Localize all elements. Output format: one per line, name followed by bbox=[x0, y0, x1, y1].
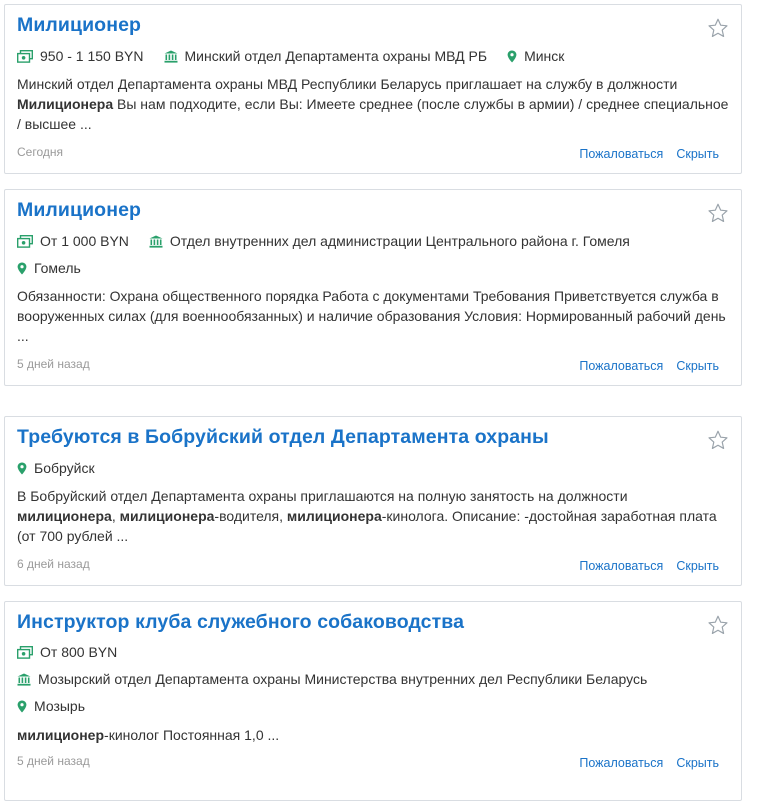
vacancy-description: Минский отдел Департамента охраны МВД Ре… bbox=[17, 74, 729, 134]
complain-link[interactable]: Пожаловаться bbox=[579, 756, 663, 770]
desc-text: , bbox=[111, 508, 120, 524]
vacancy-title[interactable]: Инструктор клуба служебного собаководств… bbox=[17, 611, 464, 634]
posted-date: 5 дней назад bbox=[17, 754, 90, 768]
city-text: Гомель bbox=[34, 260, 81, 276]
desc-text: Обязанности: Охрана общественного порядк… bbox=[17, 288, 726, 344]
vacancy-actions: Пожаловаться Скрыть bbox=[579, 756, 719, 770]
vacancy-title[interactable]: Требуются в Бобруйский отдел Департамент… bbox=[17, 426, 549, 449]
vacancy-meta: Мозырский отдел Департамента охраны Мини… bbox=[17, 669, 667, 689]
vacancy-actions: Пожаловаться Скрыть bbox=[579, 559, 719, 573]
vacancy-meta: Бобруйск bbox=[17, 458, 115, 478]
star-icon[interactable] bbox=[707, 202, 729, 224]
desc-text: -кинолог Постоянная 1,0 ... bbox=[104, 727, 280, 743]
desc-highlight: милиционер bbox=[17, 727, 105, 743]
hide-link[interactable]: Скрыть bbox=[676, 147, 719, 161]
building-icon bbox=[164, 50, 178, 63]
desc-text: Вы нам подходите, если Вы: Имеете средне… bbox=[17, 96, 729, 132]
city-text: Бобруйск bbox=[34, 460, 95, 476]
vacancy-card: Требуются в Бобруйский отдел Департамент… bbox=[4, 416, 742, 586]
hide-link[interactable]: Скрыть bbox=[676, 359, 719, 373]
company-link[interactable]: Минский отдел Департамента охраны МВД РБ bbox=[185, 48, 488, 64]
vacancy-actions: Пожаловаться Скрыть bbox=[579, 359, 719, 373]
location-pin-icon bbox=[507, 50, 517, 62]
company-link[interactable]: Мозырский отдел Департамента охраны Мини… bbox=[38, 671, 647, 687]
complain-link[interactable]: Пожаловаться bbox=[579, 147, 663, 161]
vacancy-card: Милиционер 950 - 1 150 BYN Минский отдел… bbox=[4, 4, 742, 174]
desc-highlight: милиционера bbox=[286, 508, 382, 524]
salary-text: От 1 000 BYN bbox=[40, 233, 129, 249]
complain-link[interactable]: Пожаловаться bbox=[579, 559, 663, 573]
vacancy-card: Милиционер От 1 000 BYN Отдел внутренних… bbox=[4, 189, 742, 386]
star-icon[interactable] bbox=[707, 17, 729, 39]
salary-text: 950 - 1 150 BYN bbox=[40, 48, 144, 64]
money-icon bbox=[17, 234, 33, 248]
building-icon bbox=[149, 235, 163, 248]
building-icon bbox=[17, 673, 31, 686]
complain-link[interactable]: Пожаловаться bbox=[579, 359, 663, 373]
star-icon[interactable] bbox=[707, 429, 729, 451]
desc-text: В Бобруйский отдел Департамента охраны п… bbox=[17, 488, 628, 504]
city-text: Мозырь bbox=[34, 698, 86, 714]
vacancy-meta: Мозырь bbox=[17, 696, 105, 716]
salary-text: От 800 BYN bbox=[40, 644, 118, 660]
vacancy-card: Инструктор клуба служебного собаководств… bbox=[4, 601, 742, 801]
vacancy-title[interactable]: Милиционер bbox=[17, 14, 141, 37]
location-pin-icon bbox=[17, 462, 27, 474]
hide-link[interactable]: Скрыть bbox=[676, 756, 719, 770]
desc-text: Минский отдел Департамента охраны МВД Ре… bbox=[17, 76, 678, 92]
star-icon[interactable] bbox=[707, 614, 729, 636]
vacancy-meta: От 800 BYN bbox=[17, 642, 137, 662]
posted-date: 6 дней назад bbox=[17, 557, 90, 571]
vacancy-meta: 950 - 1 150 BYN Минский отдел Департамен… bbox=[17, 46, 584, 66]
location-pin-icon bbox=[17, 700, 27, 712]
hide-link[interactable]: Скрыть bbox=[676, 559, 719, 573]
company-link[interactable]: Отдел внутренних дел администрации Центр… bbox=[170, 233, 630, 249]
desc-highlight: милиционера bbox=[17, 508, 112, 524]
desc-text: -водителя, bbox=[214, 508, 287, 524]
money-icon bbox=[17, 49, 33, 63]
desc-highlight: Милиционера bbox=[17, 96, 114, 112]
vacancy-actions: Пожаловаться Скрыть bbox=[579, 147, 719, 161]
vacancy-description: Обязанности: Охрана общественного порядк… bbox=[17, 286, 729, 346]
money-icon bbox=[17, 645, 33, 659]
desc-highlight: милиционера bbox=[119, 508, 215, 524]
vacancy-meta: Гомель bbox=[17, 258, 101, 278]
vacancy-description: милиционер-кинолог Постоянная 1,0 ... bbox=[17, 725, 729, 745]
city-text: Минск bbox=[524, 48, 565, 64]
posted-date: 5 дней назад bbox=[17, 357, 90, 371]
vacancy-title[interactable]: Милиционер bbox=[17, 199, 141, 222]
posted-date: Сегодня bbox=[17, 145, 63, 159]
vacancy-description: В Бобруйский отдел Департамента охраны п… bbox=[17, 486, 729, 546]
location-pin-icon bbox=[17, 262, 27, 274]
vacancy-meta: От 1 000 BYN Отдел внутренних дел админи… bbox=[17, 231, 650, 251]
